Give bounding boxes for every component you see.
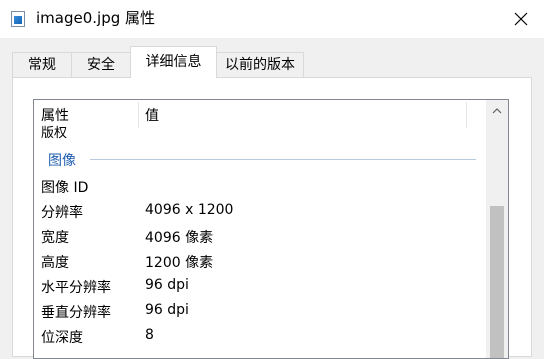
property-value: 1200 像素 (145, 255, 214, 271)
list-item-partial[interactable]: 版权 (41, 122, 67, 141)
list-item[interactable]: 垂直分辨率 96 dpi (34, 299, 486, 324)
tab-general[interactable]: 常规 (12, 52, 72, 77)
column-header: 属性 值 (34, 100, 486, 128)
property-name: 宽度 (41, 230, 69, 246)
close-icon (514, 12, 528, 26)
property-name: 图像 ID (41, 180, 89, 196)
list-item[interactable]: 分辨率 4096 x 1200 (34, 199, 486, 224)
vertical-scrollbar[interactable] (486, 100, 508, 358)
scroll-thumb[interactable] (490, 206, 504, 358)
property-value: 4096 x 1200 (145, 202, 234, 218)
title-bar: image0.jpg 属性 (0, 0, 544, 38)
scroll-up-button[interactable] (486, 100, 508, 122)
property-value: 4096 像素 (145, 230, 214, 246)
chevron-up-icon (492, 108, 502, 114)
window-title: image0.jpg 属性 (36, 9, 156, 27)
group-header-image: 图像 (34, 150, 486, 172)
list-item[interactable]: 位深度 8 (34, 324, 486, 349)
group-divider (90, 159, 476, 160)
list-item[interactable]: 图像 ID (34, 174, 486, 199)
property-name: 水平分辨率 (41, 280, 111, 296)
property-name: 垂直分辨率 (41, 305, 111, 321)
list-item[interactable]: 水平分辨率 96 dpi (34, 274, 486, 299)
tab-previous-versions[interactable]: 以前的版本 (216, 52, 304, 77)
property-value: 96 dpi (145, 302, 189, 318)
property-value: 96 dpi (145, 277, 189, 293)
tab-security[interactable]: 安全 (71, 52, 131, 77)
property-value: 8 (145, 327, 154, 343)
details-list[interactable]: 属性 值 版权 图像 图像 ID 分辨率 4096 x 1200 宽度 4096… (33, 99, 509, 359)
group-label: 图像 (48, 153, 76, 169)
column-header-value[interactable]: 值 (145, 105, 159, 125)
property-name: 位深度 (41, 330, 83, 346)
column-separator[interactable] (466, 102, 467, 128)
list-item[interactable]: 高度 1200 像素 (34, 249, 486, 274)
tab-strip: 常规 安全 详细信息 以前的版本 (12, 46, 532, 78)
list-item[interactable]: 宽度 4096 像素 (34, 224, 486, 249)
column-separator[interactable] (138, 102, 139, 128)
property-name: 分辨率 (41, 205, 83, 221)
close-button[interactable] (498, 0, 544, 38)
tab-details[interactable]: 详细信息 (130, 46, 217, 78)
property-name: 高度 (41, 255, 69, 271)
image-file-icon (11, 11, 25, 27)
